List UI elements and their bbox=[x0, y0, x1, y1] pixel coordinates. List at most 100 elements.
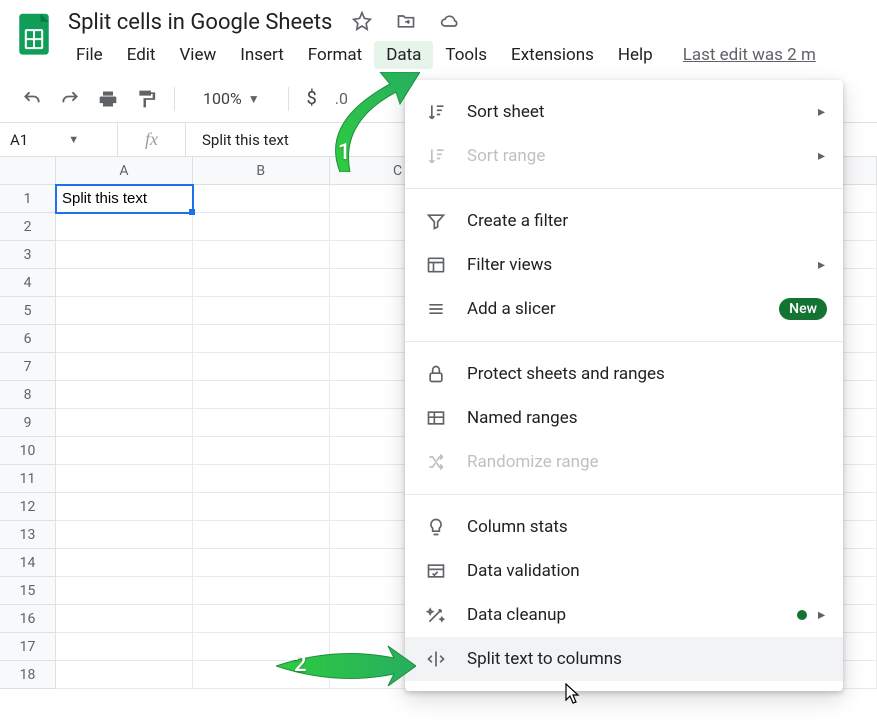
last-edit-link[interactable]: Last edit was 2 m bbox=[683, 45, 816, 65]
row-header[interactable]: 14 bbox=[0, 549, 55, 577]
wand-icon bbox=[425, 605, 447, 625]
menu-item-data-cleanup[interactable]: Data cleanup▸▸ bbox=[405, 593, 843, 637]
cell[interactable] bbox=[56, 381, 193, 409]
cell[interactable] bbox=[56, 605, 193, 633]
cell[interactable] bbox=[193, 437, 330, 465]
cell[interactable] bbox=[56, 409, 193, 437]
cell[interactable] bbox=[193, 325, 330, 353]
cell[interactable]: Split this text bbox=[56, 185, 193, 213]
cell[interactable] bbox=[56, 549, 193, 577]
name-box[interactable]: A1 ▼ bbox=[0, 123, 118, 156]
menu-format[interactable]: Format bbox=[296, 41, 374, 69]
cell[interactable] bbox=[56, 213, 193, 241]
menu-item-create-a-filter[interactable]: Create a filter bbox=[405, 199, 843, 243]
cell[interactable] bbox=[56, 353, 193, 381]
row-header[interactable]: 9 bbox=[0, 409, 55, 437]
cell[interactable] bbox=[56, 269, 193, 297]
row-header[interactable]: 7 bbox=[0, 353, 55, 381]
menu-item-column-stats[interactable]: Column stats bbox=[405, 505, 843, 549]
row-header[interactable]: 8 bbox=[0, 381, 55, 409]
cell[interactable] bbox=[56, 241, 193, 269]
row-header[interactable]: 12 bbox=[0, 493, 55, 521]
filter-icon bbox=[425, 211, 447, 231]
row-header[interactable]: 3 bbox=[0, 241, 55, 269]
cell[interactable] bbox=[193, 185, 330, 213]
paint-format-button[interactable] bbox=[136, 89, 156, 109]
redo-button[interactable] bbox=[60, 89, 80, 109]
menu-data[interactable]: Data bbox=[374, 41, 433, 69]
menu-tools[interactable]: Tools bbox=[433, 41, 499, 69]
row-header[interactable]: 4 bbox=[0, 269, 55, 297]
folder-move-icon[interactable] bbox=[396, 11, 416, 35]
menu-extensions[interactable]: Extensions bbox=[499, 41, 606, 69]
cell[interactable] bbox=[56, 493, 193, 521]
sheets-logo[interactable] bbox=[14, 8, 54, 62]
document-title[interactable]: Split cells in Google Sheets bbox=[64, 8, 336, 37]
menu-help[interactable]: Help bbox=[606, 41, 665, 69]
submenu-arrow-icon: ▸ bbox=[818, 148, 825, 164]
row-header[interactable]: 15 bbox=[0, 577, 55, 605]
menu-item-split-text-to-columns[interactable]: Split text to columns bbox=[405, 637, 843, 681]
cell[interactable] bbox=[56, 465, 193, 493]
menu-edit[interactable]: Edit bbox=[115, 41, 168, 69]
menu-item-sort-sheet[interactable]: Sort sheet▸ bbox=[405, 90, 843, 134]
menu-item-filter-views[interactable]: Filter views▸ bbox=[405, 243, 843, 287]
cell[interactable] bbox=[193, 521, 330, 549]
cell[interactable] bbox=[193, 241, 330, 269]
menu-item-named-ranges[interactable]: Named ranges bbox=[405, 396, 843, 440]
cell[interactable] bbox=[193, 605, 330, 633]
cell[interactable] bbox=[193, 577, 330, 605]
validation-icon bbox=[425, 561, 447, 581]
cell[interactable] bbox=[193, 493, 330, 521]
menu-item-add-a-slicer[interactable]: Add a slicerNew bbox=[405, 287, 843, 331]
cell[interactable] bbox=[56, 633, 193, 661]
formula-input[interactable]: Split this text bbox=[186, 131, 305, 149]
cell[interactable] bbox=[193, 661, 330, 689]
zoom-select[interactable]: 100% ▼ bbox=[203, 89, 260, 108]
undo-button[interactable] bbox=[22, 89, 42, 109]
row-header[interactable]: 16 bbox=[0, 605, 55, 633]
cell[interactable] bbox=[56, 661, 193, 689]
name-box-value: A1 bbox=[10, 131, 28, 149]
row-header[interactable]: 1 bbox=[0, 185, 55, 213]
row-header[interactable]: 10 bbox=[0, 437, 55, 465]
format-currency-button[interactable]: $ bbox=[307, 88, 317, 109]
cell[interactable] bbox=[193, 353, 330, 381]
menu-file[interactable]: File bbox=[64, 41, 115, 69]
cell[interactable] bbox=[193, 409, 330, 437]
print-button[interactable] bbox=[98, 89, 118, 109]
menu-item-data-validation[interactable]: Data validation bbox=[405, 549, 843, 593]
cell[interactable] bbox=[193, 465, 330, 493]
cell[interactable] bbox=[56, 521, 193, 549]
cell[interactable] bbox=[193, 549, 330, 577]
menu-separator bbox=[405, 494, 843, 495]
cell[interactable] bbox=[56, 437, 193, 465]
row-header[interactable]: 11 bbox=[0, 465, 55, 493]
cell[interactable] bbox=[193, 213, 330, 241]
new-badge: New bbox=[779, 298, 827, 320]
cloud-status-icon[interactable] bbox=[440, 11, 460, 35]
menu-item-protect-sheets-and-ranges[interactable]: Protect sheets and ranges bbox=[405, 352, 843, 396]
cell[interactable] bbox=[193, 297, 330, 325]
row-header[interactable]: 17 bbox=[0, 633, 55, 661]
row-header[interactable]: 13 bbox=[0, 521, 55, 549]
cell[interactable] bbox=[56, 297, 193, 325]
menu-item-label: Data validation bbox=[467, 561, 580, 581]
select-all-corner[interactable] bbox=[0, 157, 56, 185]
cell[interactable] bbox=[193, 633, 330, 661]
cell[interactable] bbox=[193, 269, 330, 297]
row-header[interactable]: 18 bbox=[0, 661, 55, 689]
column-header[interactable]: B bbox=[193, 157, 330, 185]
menu-insert[interactable]: Insert bbox=[228, 41, 296, 69]
column-header[interactable]: A bbox=[56, 157, 193, 185]
row-header[interactable]: 2 bbox=[0, 213, 55, 241]
row-header[interactable]: 6 bbox=[0, 325, 55, 353]
cell[interactable] bbox=[56, 325, 193, 353]
data-menu-dropdown: Sort sheet▸Sort range▸Create a filterFil… bbox=[405, 80, 843, 691]
menu-view[interactable]: View bbox=[167, 41, 228, 69]
decimal-fragment: .0 bbox=[335, 89, 348, 108]
cell[interactable] bbox=[193, 381, 330, 409]
row-header[interactable]: 5 bbox=[0, 297, 55, 325]
cell[interactable] bbox=[56, 577, 193, 605]
star-icon[interactable] bbox=[352, 11, 372, 35]
